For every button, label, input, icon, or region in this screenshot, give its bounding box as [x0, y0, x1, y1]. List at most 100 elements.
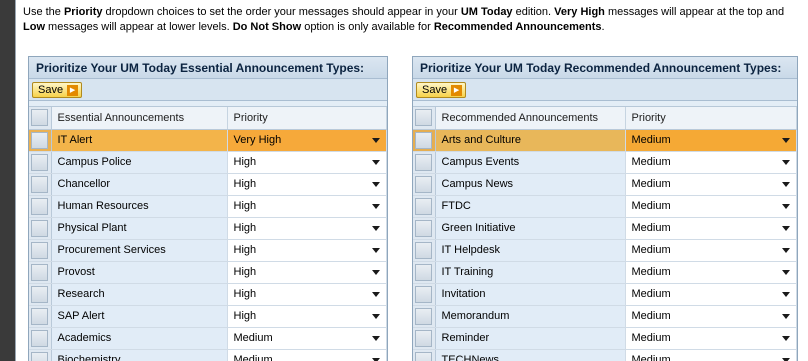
- table-row[interactable]: Chancellor High: [29, 173, 387, 196]
- row-selector-cell[interactable]: [413, 151, 436, 174]
- row-selector-cell[interactable]: [29, 217, 52, 240]
- row-selector-cell[interactable]: [413, 283, 436, 306]
- row-selector-cell[interactable]: [413, 305, 436, 328]
- row-selector-cell[interactable]: [413, 173, 436, 196]
- row-selector[interactable]: [415, 241, 433, 259]
- column-header-priority[interactable]: Priority: [625, 107, 797, 130]
- chevron-down-icon[interactable]: [782, 225, 790, 231]
- chevron-down-icon[interactable]: [782, 203, 790, 209]
- chevron-down-icon[interactable]: [372, 203, 380, 209]
- chevron-down-icon[interactable]: [782, 159, 790, 165]
- chevron-down-icon[interactable]: [372, 137, 380, 143]
- row-selector[interactable]: [31, 109, 49, 127]
- row-selector[interactable]: [31, 285, 49, 303]
- table-row[interactable]: Human Resources High: [29, 195, 387, 218]
- priority-dropdown[interactable]: Medium: [227, 349, 387, 361]
- priority-dropdown[interactable]: High: [227, 305, 387, 328]
- table-row[interactable]: Invitation Medium: [413, 283, 797, 306]
- chevron-down-icon[interactable]: [782, 313, 790, 319]
- table-row[interactable]: Campus Events Medium: [413, 151, 797, 174]
- table-row[interactable]: Campus News Medium: [413, 173, 797, 196]
- priority-dropdown[interactable]: Medium: [625, 305, 797, 328]
- table-row[interactable]: IT Alert Very High: [29, 129, 387, 152]
- essential-save-button[interactable]: Save ▶: [32, 82, 83, 98]
- row-selector[interactable]: [415, 197, 433, 215]
- row-selector[interactable]: [31, 197, 49, 215]
- priority-dropdown[interactable]: Medium: [625, 217, 797, 240]
- table-row[interactable]: Memorandum Medium: [413, 305, 797, 328]
- table-row[interactable]: Provost High: [29, 261, 387, 284]
- chevron-down-icon[interactable]: [372, 269, 380, 275]
- table-row[interactable]: SAP Alert High: [29, 305, 387, 328]
- row-selector[interactable]: [415, 131, 433, 149]
- priority-dropdown[interactable]: Medium: [625, 151, 797, 174]
- table-row[interactable]: Arts and Culture Medium: [413, 129, 797, 152]
- row-selector-cell[interactable]: [413, 217, 436, 240]
- row-selector-cell[interactable]: [29, 305, 52, 328]
- table-row[interactable]: Campus Police High: [29, 151, 387, 174]
- chevron-down-icon[interactable]: [782, 137, 790, 143]
- row-selector-cell[interactable]: [29, 173, 52, 196]
- chevron-down-icon[interactable]: [372, 335, 380, 341]
- table-row[interactable]: Reminder Medium: [413, 327, 797, 350]
- priority-dropdown[interactable]: Medium: [625, 283, 797, 306]
- column-header-name[interactable]: Recommended Announcements: [435, 107, 626, 130]
- row-selector-cell[interactable]: [413, 261, 436, 284]
- column-header-priority[interactable]: Priority: [227, 107, 387, 130]
- row-selector[interactable]: [415, 219, 433, 237]
- table-row[interactable]: IT Training Medium: [413, 261, 797, 284]
- chevron-down-icon[interactable]: [372, 159, 380, 165]
- row-selector[interactable]: [31, 131, 49, 149]
- row-selector-cell[interactable]: [29, 327, 52, 350]
- priority-dropdown[interactable]: High: [227, 283, 387, 306]
- priority-dropdown[interactable]: Medium: [625, 129, 797, 152]
- row-selector[interactable]: [415, 285, 433, 303]
- row-selector-cell[interactable]: [29, 283, 52, 306]
- chevron-down-icon[interactable]: [372, 181, 380, 187]
- table-row[interactable]: IT Helpdesk Medium: [413, 239, 797, 262]
- priority-dropdown[interactable]: High: [227, 195, 387, 218]
- row-selector[interactable]: [415, 307, 433, 325]
- priority-dropdown[interactable]: High: [227, 151, 387, 174]
- row-selector[interactable]: [415, 109, 433, 127]
- row-selector-cell[interactable]: [413, 129, 436, 152]
- table-row[interactable]: Research High: [29, 283, 387, 306]
- row-selector[interactable]: [415, 175, 433, 193]
- select-all-cell[interactable]: [413, 107, 436, 130]
- table-row[interactable]: FTDC Medium: [413, 195, 797, 218]
- row-selector-cell[interactable]: [413, 327, 436, 350]
- chevron-down-icon[interactable]: [372, 291, 380, 297]
- priority-dropdown[interactable]: Medium: [625, 195, 797, 218]
- table-row[interactable]: Academics Medium: [29, 327, 387, 350]
- row-selector[interactable]: [31, 263, 49, 281]
- priority-dropdown[interactable]: Medium: [625, 349, 797, 361]
- chevron-down-icon[interactable]: [372, 247, 380, 253]
- select-all-cell[interactable]: [29, 107, 52, 130]
- row-selector[interactable]: [31, 329, 49, 347]
- priority-dropdown[interactable]: Medium: [625, 173, 797, 196]
- table-row[interactable]: Green Initiative Medium: [413, 217, 797, 240]
- row-selector-cell[interactable]: [413, 239, 436, 262]
- table-row[interactable]: Biochemistry Medium: [29, 349, 387, 361]
- chevron-down-icon[interactable]: [782, 181, 790, 187]
- row-selector[interactable]: [415, 263, 433, 281]
- row-selector[interactable]: [31, 241, 49, 259]
- priority-dropdown[interactable]: Medium: [227, 327, 387, 350]
- row-selector[interactable]: [31, 219, 49, 237]
- row-selector[interactable]: [31, 307, 49, 325]
- row-selector[interactable]: [415, 153, 433, 171]
- row-selector-cell[interactable]: [29, 261, 52, 284]
- recommended-save-button[interactable]: Save ▶: [416, 82, 467, 98]
- row-selector-cell[interactable]: [413, 195, 436, 218]
- row-selector[interactable]: [415, 351, 433, 361]
- chevron-down-icon[interactable]: [782, 291, 790, 297]
- chevron-down-icon[interactable]: [782, 269, 790, 275]
- chevron-down-icon[interactable]: [782, 335, 790, 341]
- priority-dropdown[interactable]: High: [227, 217, 387, 240]
- row-selector-cell[interactable]: [29, 195, 52, 218]
- row-selector[interactable]: [31, 153, 49, 171]
- table-row[interactable]: TECHNews Medium: [413, 349, 797, 361]
- chevron-down-icon[interactable]: [372, 225, 380, 231]
- row-selector[interactable]: [415, 329, 433, 347]
- priority-dropdown[interactable]: Medium: [625, 327, 797, 350]
